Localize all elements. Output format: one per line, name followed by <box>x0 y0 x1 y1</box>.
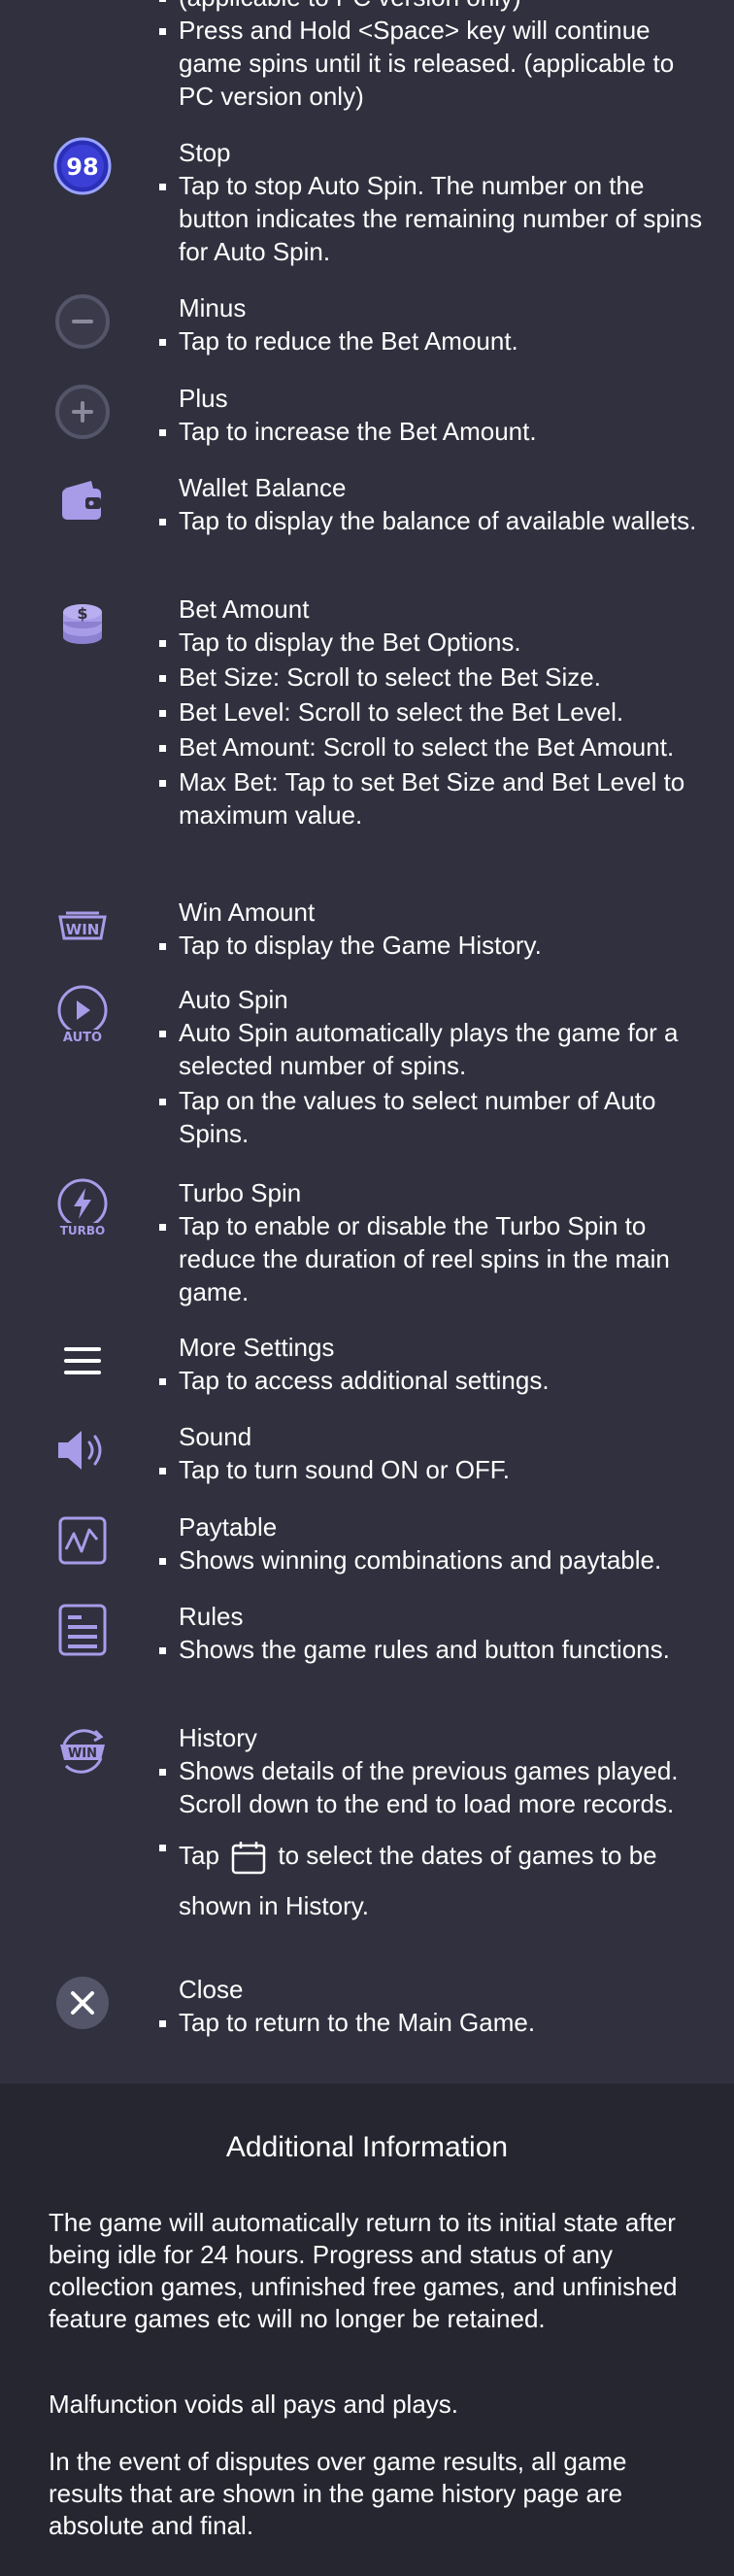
additional-info-title: Additional Information <box>225 2131 509 2163</box>
stop-icon: 98 <box>52 136 113 196</box>
malfunction-paragraph: Malfunction voids all pays and plays. <box>49 2390 459 2419</box>
bet-bullet-1: Tap to display the Bet Options. <box>159 626 703 659</box>
paytable-title: Paytable <box>179 1512 278 1542</box>
win-bullet: Tap to display the Game History. <box>159 929 703 962</box>
minus-title: Minus <box>179 293 247 322</box>
auto-bullet-1: Auto Spin automatically plays the game f… <box>159 1016 703 1082</box>
space-key-bullet: Press and Hold <Space> key will continue… <box>159 14 703 113</box>
bet-bullet-4: Bet Amount: Scroll to select the Bet Amo… <box>159 730 703 763</box>
history-icon-label: WIN <box>68 1746 97 1761</box>
auto-bullet-2: Tap on the values to select number of Au… <box>159 1084 703 1150</box>
history-title: History <box>179 1723 257 1752</box>
rules-bullet: Shows the game rules and button function… <box>159 1633 703 1666</box>
stop-count: 98 <box>66 153 98 181</box>
wallet-title: Wallet Balance <box>179 473 347 502</box>
minus-icon <box>52 291 113 352</box>
win-title: Win Amount <box>179 898 316 927</box>
auto-title: Auto Spin <box>179 985 288 1014</box>
plus-icon <box>52 382 113 442</box>
speaker-icon <box>52 1420 113 1480</box>
history-win-icon: WIN <box>52 1721 113 1781</box>
paytable-bullet: Shows winning combinations and paytable. <box>159 1543 703 1576</box>
more-title: More Settings <box>179 1333 335 1362</box>
bet-title: Bet Amount <box>179 594 310 624</box>
plus-title: Plus <box>179 384 228 413</box>
history-bullet-2: Tap to select the dates of games to be s… <box>159 1830 703 1931</box>
history-bullet-1: Shows details of the previous games play… <box>159 1754 703 1820</box>
rules-icon <box>52 1600 113 1660</box>
minus-bullet: Tap to reduce the Bet Amount. <box>159 324 703 357</box>
turbo-spin-icon: TURBO <box>52 1176 113 1240</box>
auto-spin-icon: AUTO <box>52 983 113 1047</box>
sound-title: Sound <box>179 1422 252 1451</box>
idle-paragraph: The game will automatically return to it… <box>49 2208 678 2333</box>
calendar-icon <box>230 1839 267 1876</box>
win-icon: WIN <box>52 896 113 956</box>
menu-icon <box>52 1331 113 1391</box>
turbo-bullet: Tap to enable or disable the Turbo Spin … <box>159 1209 703 1308</box>
close-icon <box>52 1973 113 2033</box>
bet-bullet-3: Bet Level: Scroll to select the Bet Leve… <box>159 695 703 729</box>
auto-icon-label: AUTO <box>63 1031 102 1045</box>
disputes-paragraph: In the event of disputes over game resul… <box>49 2447 627 2540</box>
plus-bullet: Tap to increase the Bet Amount. <box>159 415 703 448</box>
coin-stack-icon: $ <box>52 593 113 653</box>
svg-text:$: $ <box>77 604 87 623</box>
wallet-icon <box>52 471 113 531</box>
close-title: Close <box>179 1975 244 2004</box>
turbo-title: Turbo Spin <box>179 1178 302 1207</box>
bet-bullet-2: Bet Size: Scroll to select the Bet Size. <box>159 661 703 694</box>
paytable-icon <box>52 1510 113 1571</box>
sound-bullet: Tap to turn sound ON or OFF. <box>159 1453 703 1486</box>
partial-cut-text: (applicable to PC version only) <box>159 0 703 14</box>
close-bullet: Tap to return to the Main Game. <box>159 2006 703 2039</box>
turbo-icon-label: TURBO <box>60 1224 106 1237</box>
rules-title: Rules <box>179 1602 244 1631</box>
bet-bullet-5: Max Bet: Tap to set Bet Size and Bet Lev… <box>159 765 703 831</box>
history-tap-prefix: Tap <box>179 1841 219 1870</box>
stop-bullet: Tap to stop Auto Spin. The number on the… <box>159 171 703 266</box>
wallet-bullet: Tap to display the balance of available … <box>159 504 703 537</box>
stop-title: Stop <box>179 138 231 167</box>
more-bullet: Tap to access additional settings. <box>159 1364 703 1397</box>
win-icon-label: WIN <box>66 921 100 938</box>
